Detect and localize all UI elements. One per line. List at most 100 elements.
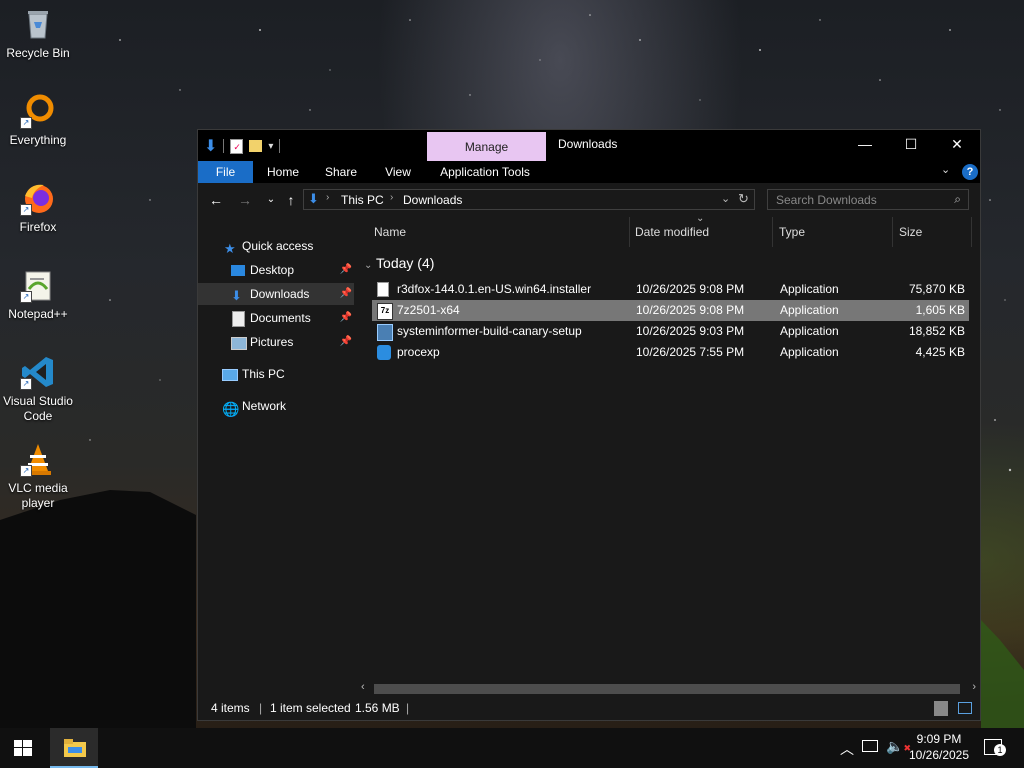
sort-indicator-icon: ⌄ [696,213,705,224]
pictures-icon [231,337,247,350]
breadcrumb-separator-icon: › [326,192,330,203]
file-size: 75,870 KB [908,282,965,296]
file-date: 10/26/2025 9:08 PM [636,282,745,296]
close-button[interactable]: ✕ [934,130,980,159]
file-name: systeminformer-build-canary-setup [397,324,582,338]
nav-pictures[interactable]: Pictures 📌 [198,331,354,353]
search-icon[interactable]: ⌕ [954,192,961,207]
customize-toolbar-icon[interactable]: ▾ [268,141,273,152]
desktop-icon [231,265,245,276]
nav-desktop[interactable]: Desktop 📌 [198,259,354,281]
back-button[interactable]: ← [207,191,225,209]
nav-label: This PC [242,367,285,381]
column-header-name[interactable]: Name [374,217,406,247]
tab-application-tools[interactable]: Application Tools [430,161,540,183]
scroll-right-icon[interactable]: › [972,681,976,693]
pin-icon: 📌 [339,312,352,323]
file-row[interactable]: 7z 7z2501-x64 10/26/2025 9:08 PM Applica… [372,300,969,321]
file-size: 1,605 KB [915,303,965,317]
notification-center-icon[interactable]: 1 [984,739,1006,756]
details-view-icon[interactable] [934,701,948,716]
horizontal-scrollbar[interactable]: ‹ › [358,681,980,696]
title-bar[interactable]: ⬇ ✓ ▾ Manage Downloads — ☐ ✕ [198,130,980,161]
scroll-left-icon[interactable]: ‹ [361,681,365,693]
desktop-icon-label: Notepad++ [8,307,68,321]
nav-network[interactable]: 🌐 Network [198,395,354,417]
clock-time: 9:09 PM [916,732,962,746]
file-row[interactable]: r3dfox-144.0.1.en-US.win64.installer 10/… [372,279,969,300]
desktop-icon-firefox[interactable]: ↗ Firefox [2,180,74,235]
notepadpp-icon: ↗ [20,267,56,303]
minimize-button[interactable]: — [842,130,888,159]
breadcrumb-this-pc[interactable]: This PC [341,193,384,207]
breadcrumb-downloads[interactable]: Downloads [403,193,462,207]
ribbon-tabs: File Home Share View Application Tools ⌄… [198,161,980,183]
desktop-icon-recycle-bin[interactable]: Recycle Bin [2,6,74,61]
search-input[interactable]: Search Downloads [776,193,877,207]
nav-label: Network [242,399,287,413]
shortcut-arrow-icon: ↗ [20,378,32,390]
group-header-today[interactable]: ⌄ Today (4) [364,253,434,276]
recent-locations-button[interactable]: ⌄ [262,191,280,209]
clock[interactable]: 9:09 PM 10/26/2025 [900,731,978,763]
nav-downloads[interactable]: ⬇ Downloads 📌 [198,283,354,305]
recycle-bin-icon [20,6,56,42]
desktop-icon-everything[interactable]: ↗ Everything [2,93,74,148]
file-row[interactable]: procexp 10/26/2025 7:55 PM Application 4… [372,342,969,363]
tab-home[interactable]: Home [258,161,308,183]
window-title: Downloads [558,137,618,151]
tab-view[interactable]: View [373,161,423,183]
vscode-icon: ↗ [20,354,56,390]
collapse-chevron-icon: ⌄ [364,260,373,271]
system-informer-icon [377,324,393,341]
file-type: Application [780,282,839,296]
network-status-icon[interactable] [862,740,878,752]
search-box[interactable]: Search Downloads ⌕ [767,189,969,210]
forward-button[interactable]: → [236,191,254,209]
expand-ribbon-icon[interactable]: ⌄ [941,163,950,176]
up-button[interactable]: ↑ [282,191,300,209]
tab-share[interactable]: Share [316,161,366,183]
tab-file[interactable]: File [198,161,253,183]
desktop-icon-label: Recycle Bin [6,46,70,60]
file-name: r3dfox-144.0.1.en-US.win64.installer [397,282,592,296]
file-size: 4,425 KB [915,345,965,359]
firefox-icon: ↗ [20,180,56,216]
windows-logo-icon [14,740,32,756]
show-hidden-icons-chevron-icon[interactable]: ︿ [840,739,854,759]
desktop-icon-notepadpp[interactable]: ↗ Notepad++ [2,267,74,322]
file-explorer-window[interactable]: ⬇ ✓ ▾ Manage Downloads — ☐ ✕ File Home S… [197,129,981,721]
nav-quick-access[interactable]: ★ Quick access [198,235,354,257]
downloads-icon: ⬇ [308,191,319,206]
new-folder-icon[interactable] [249,140,263,152]
quick-access-toolbar: ⬇ ✓ ▾ [204,136,281,156]
address-bar[interactable]: ⬇ › This PC › Downloads ⌄ ↻ [303,189,755,210]
group-title: Today (4) [376,255,435,271]
refresh-icon[interactable]: ↻ [738,191,749,207]
computer-icon [222,369,238,381]
column-header-size[interactable]: Size [899,217,922,247]
desktop-icon-vlc[interactable]: ↗ VLC media player [2,441,74,511]
nav-documents[interactable]: Documents 📌 [198,307,354,329]
network-icon: 🌐 [222,401,240,417]
help-icon[interactable]: ? [962,164,978,180]
documents-icon [232,311,245,327]
address-dropdown-icon[interactable]: ⌄ [721,192,730,205]
properties-icon[interactable]: ✓ [230,138,244,154]
column-header-type[interactable]: Type [779,217,805,247]
star-icon: ★ [224,241,236,256]
scrollbar-thumb[interactable] [374,684,960,694]
tab-manage[interactable]: Manage [427,132,546,161]
nav-label: Documents [250,311,311,325]
folder-icon [64,739,86,757]
7zip-icon: 7z [377,303,393,320]
desktop-icon-vscode[interactable]: ↗ Visual Studio Code [2,354,74,424]
pin-icon: 📌 [339,336,352,347]
file-row[interactable]: systeminformer-build-canary-setup 10/26/… [372,321,969,342]
maximize-button[interactable]: ☐ [888,130,934,159]
file-type: Application [780,324,839,338]
nav-this-pc[interactable]: This PC [198,363,354,385]
large-icons-view-icon[interactable] [958,702,972,714]
taskbar-file-explorer[interactable] [50,728,98,768]
start-button[interactable] [14,740,32,756]
